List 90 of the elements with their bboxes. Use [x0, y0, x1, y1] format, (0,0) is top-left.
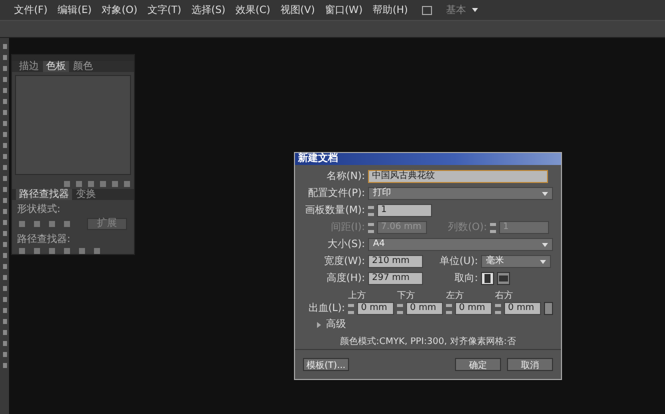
- info-text: 颜色模式:CMYK, PPI:300, 对齐像素网格:否: [339, 336, 517, 348]
- tool-icon[interactable]: [2, 99, 6, 104]
- tool-icon[interactable]: [2, 55, 6, 60]
- tool-icon[interactable]: [2, 231, 6, 236]
- tool-icon[interactable]: [2, 198, 6, 203]
- cancel-button[interactable]: 取消: [507, 358, 553, 371]
- tool-icon[interactable]: [2, 88, 6, 93]
- input-field[interactable]: 0 mm: [455, 302, 492, 315]
- panel-tab[interactable]: 路径查找器: [16, 189, 72, 200]
- tool-icon[interactable]: [2, 77, 6, 82]
- tool-icon[interactable]: [2, 330, 6, 335]
- menu-item[interactable]: 文字(T): [143, 3, 186, 17]
- tool-icon[interactable]: [2, 121, 6, 126]
- tool-icon[interactable]: [2, 154, 6, 159]
- menu-item[interactable]: 窗口(W): [320, 3, 367, 17]
- spinner-icon[interactable]: [446, 304, 452, 314]
- workspace-dropdown[interactable]: 基本: [442, 3, 470, 17]
- panel-tab[interactable]: 颜色: [70, 61, 96, 72]
- menu-item[interactable]: 文件(F): [10, 3, 52, 17]
- field-label: 出血(L):: [307, 303, 345, 315]
- field-label: 单位(U):: [438, 256, 478, 268]
- tool-icon[interactable]: [2, 297, 6, 302]
- field-label: 配置文件(P):: [306, 188, 365, 200]
- field-label: 取向:: [454, 272, 478, 284]
- tool-icon[interactable]: [2, 308, 6, 313]
- tool-icon[interactable]: [2, 44, 6, 49]
- field-label: 宽度(W):: [322, 256, 365, 268]
- menu-item[interactable]: 视图(V): [276, 3, 319, 17]
- units-dropdown[interactable]: 毫米: [481, 255, 551, 268]
- field-label: 高度(H):: [325, 272, 365, 284]
- caret-icon: [542, 242, 548, 246]
- field-label: 上方: [348, 290, 367, 302]
- tool-icon[interactable]: [2, 363, 6, 368]
- input-field[interactable]: 1: [377, 204, 432, 217]
- panel-tab[interactable]: 色板: [43, 61, 69, 72]
- tool-icon[interactable]: [2, 143, 6, 148]
- landscape-icon[interactable]: [497, 272, 510, 285]
- advanced-toggle[interactable]: 高级: [324, 319, 346, 331]
- tool-icon[interactable]: [2, 253, 6, 258]
- field-label: 下方: [397, 290, 416, 302]
- caret-icon: [540, 260, 546, 264]
- spinner-icon[interactable]: [348, 304, 354, 314]
- tool-icon[interactable]: [2, 66, 6, 71]
- ok-button[interactable]: 确定: [455, 358, 501, 371]
- tool-icon[interactable]: [2, 110, 6, 115]
- tool-icon[interactable]: [2, 187, 6, 192]
- field-label: 右方: [495, 290, 514, 302]
- input-field[interactable]: 0 mm: [406, 302, 443, 315]
- expand-icon[interactable]: [317, 322, 321, 328]
- menu-item[interactable]: 对象(O): [98, 3, 142, 17]
- portrait-icon[interactable]: [481, 272, 494, 285]
- spinner-icon[interactable]: [490, 222, 496, 232]
- tool-icon[interactable]: [2, 275, 6, 280]
- profile-dropdown[interactable]: 打印: [368, 187, 553, 200]
- panel-tab[interactable]: 变换: [73, 189, 99, 200]
- window-icon[interactable]: [422, 6, 432, 14]
- input-field[interactable]: 中国风古典花纹: [368, 170, 548, 183]
- field-label: 名称(N):: [325, 170, 365, 182]
- tool-icon[interactable]: [2, 286, 6, 291]
- field-label: 大小(S):: [326, 238, 365, 250]
- input-field[interactable]: 0 mm: [504, 302, 541, 315]
- section-label: 形状模式:: [16, 202, 62, 217]
- tool-icon[interactable]: [2, 220, 6, 225]
- menu-item[interactable]: 效果(C): [231, 3, 274, 17]
- field-label: 画板数量(M):: [304, 204, 365, 216]
- menu-item[interactable]: 编辑(E): [54, 3, 96, 17]
- field-label: 左方: [446, 290, 465, 302]
- tool-icon[interactable]: [2, 176, 6, 181]
- spinner-icon[interactable]: [495, 304, 501, 314]
- menu-item[interactable]: 帮助(H): [368, 3, 412, 17]
- input-field[interactable]: 0 mm: [357, 302, 394, 315]
- tool-icon[interactable]: [2, 264, 6, 269]
- tool-icon[interactable]: [2, 319, 6, 324]
- tool-icon[interactable]: [2, 132, 6, 137]
- spinner-icon[interactable]: [397, 304, 403, 314]
- tool-icon[interactable]: [2, 341, 6, 346]
- panel-tab[interactable]: 描边: [16, 61, 42, 72]
- menu-item[interactable]: 选择(S): [187, 3, 230, 17]
- caret-icon: [472, 8, 478, 12]
- tool-icon[interactable]: [2, 242, 6, 247]
- caret-icon: [542, 192, 548, 196]
- section-label: 路径查找器:: [16, 232, 72, 247]
- input-field[interactable]: 297 mm: [368, 272, 423, 285]
- tool-icon[interactable]: [2, 165, 6, 170]
- dialog-title: 新建文档: [295, 153, 561, 165]
- tool-icon[interactable]: [2, 352, 6, 357]
- size-dropdown[interactable]: A4: [368, 238, 553, 251]
- tool-icon[interactable]: [2, 209, 6, 214]
- input-field[interactable]: 210 mm: [368, 255, 423, 268]
- template-button[interactable]: 模板(T)...: [303, 358, 349, 371]
